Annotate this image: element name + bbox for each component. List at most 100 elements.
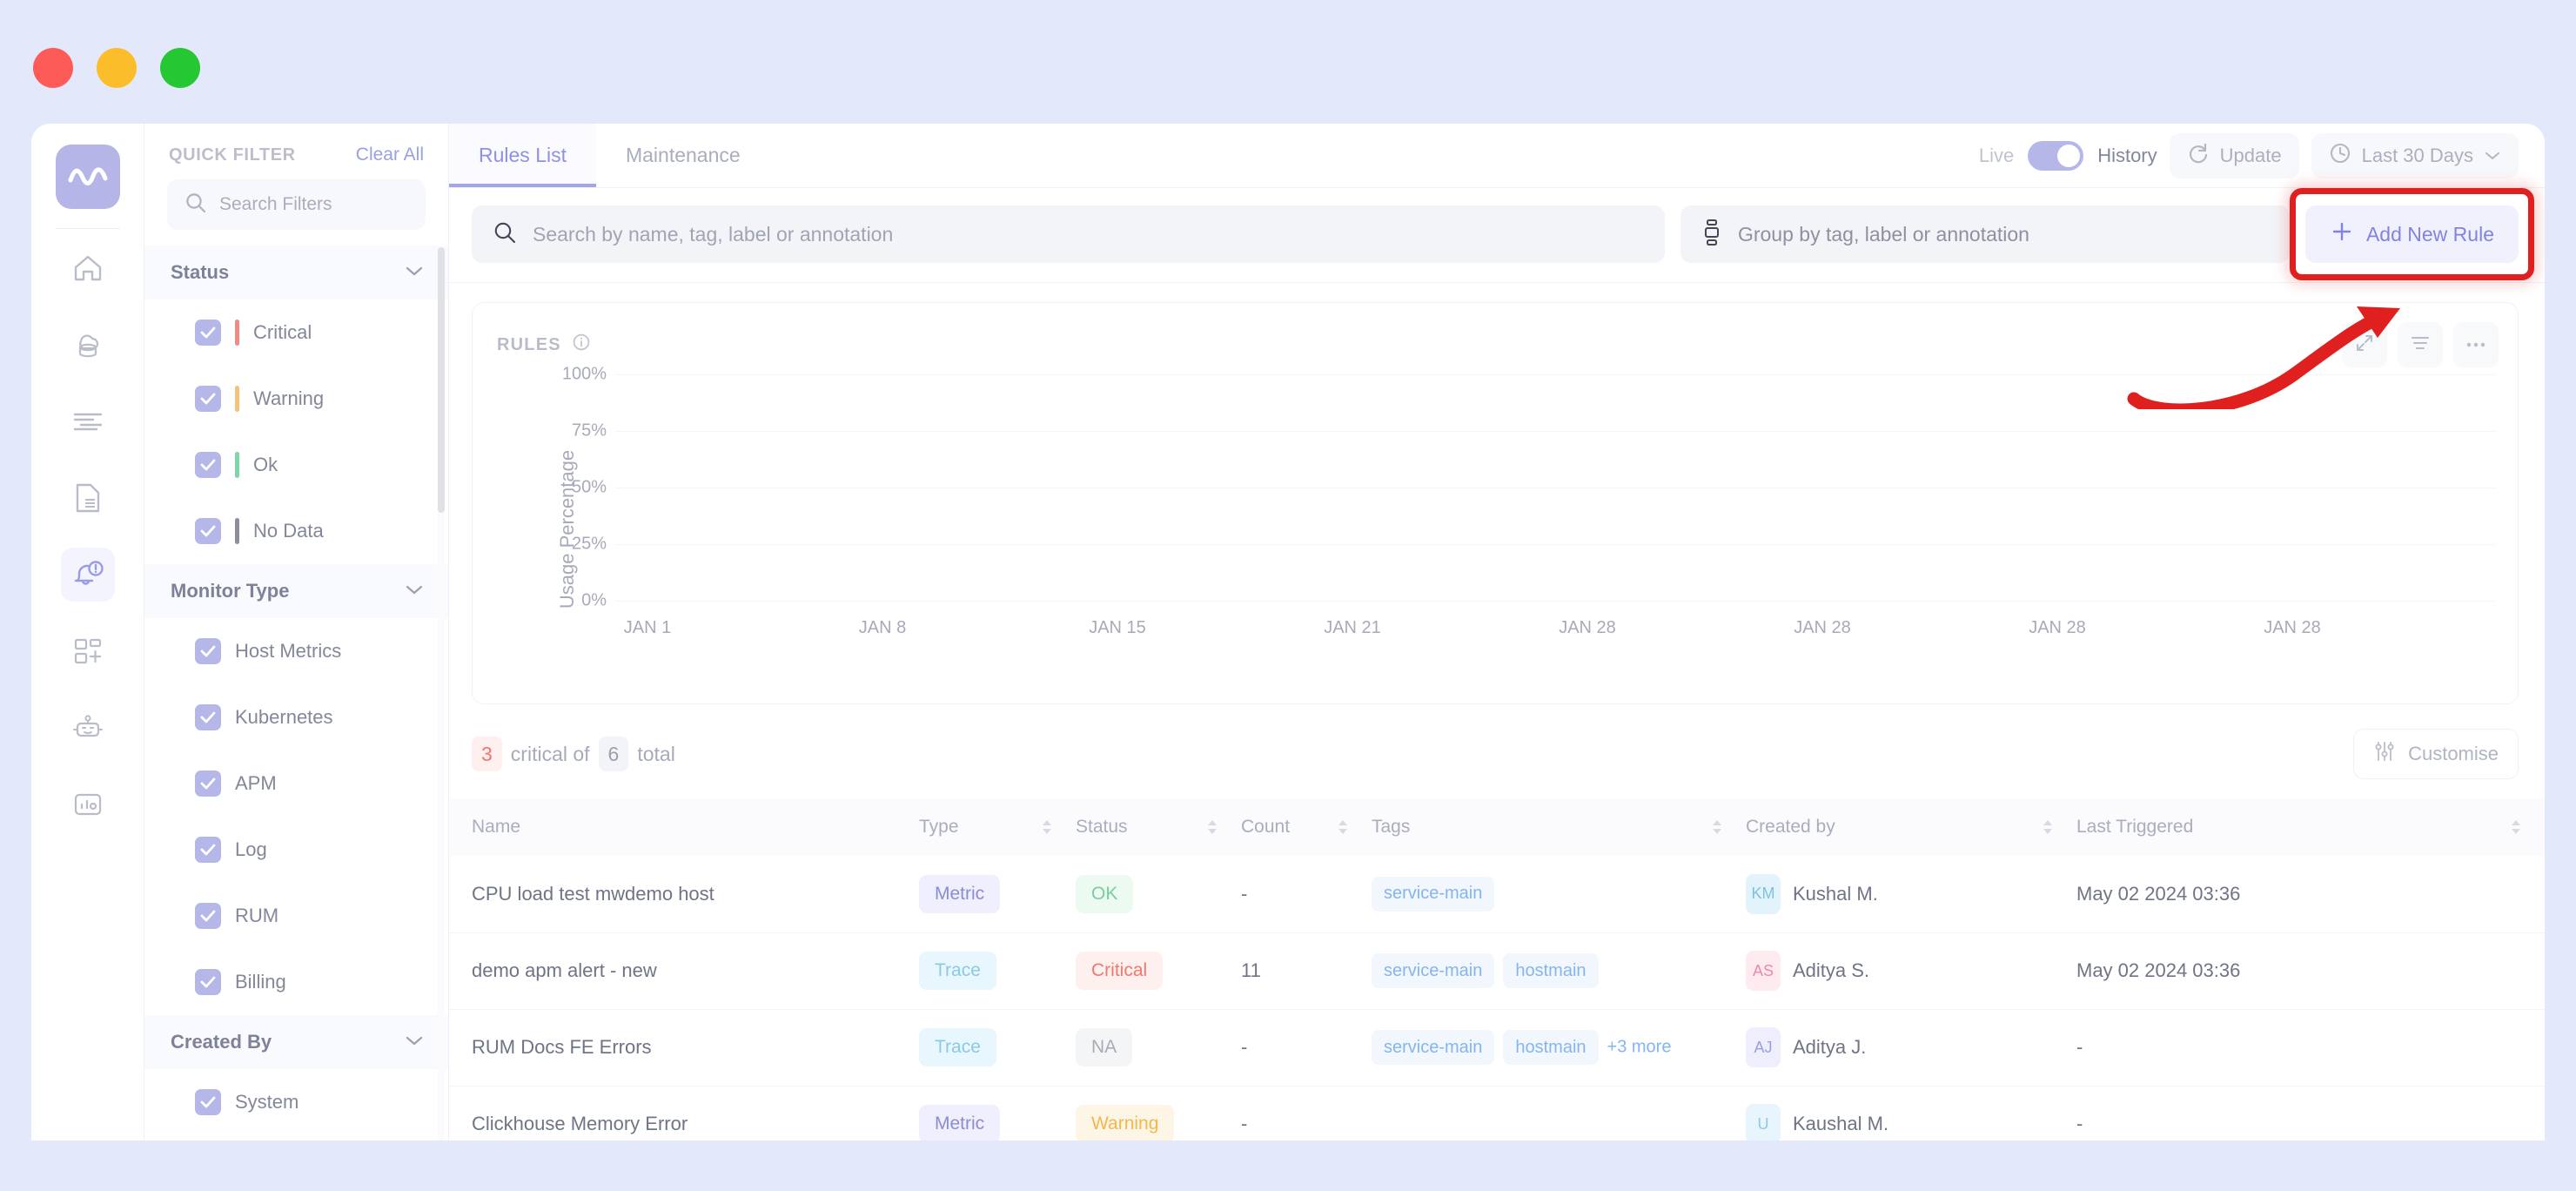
filter-checkbox[interactable]	[195, 837, 221, 863]
sort-icon[interactable]	[1711, 819, 1723, 835]
time-range-label: Last 30 Days	[2362, 145, 2473, 167]
update-button[interactable]: Update	[2170, 133, 2299, 178]
filter-search-box[interactable]	[167, 179, 426, 230]
filter-checkbox[interactable]	[195, 903, 221, 929]
filter-checkbox[interactable]	[195, 452, 221, 478]
live-label: Live	[1979, 145, 2014, 167]
filter-scrollbar-thumb[interactable]	[438, 247, 445, 513]
table-body: CPU load test mwdemo hostMetricOK-servic…	[449, 856, 2545, 1162]
chart-x-tick-label: JAN 15	[1085, 618, 1320, 638]
column-label: Type	[919, 817, 959, 838]
info-icon[interactable]	[572, 333, 591, 357]
sort-icon[interactable]	[1337, 819, 1349, 835]
tag-chip[interactable]: service-main	[1372, 877, 1494, 912]
created-by-name: Kushal M.	[1793, 883, 1878, 905]
filter-option-row[interactable]: Warning	[144, 366, 448, 432]
add-new-rule-wrapper: Add New Rule	[2305, 205, 2519, 263]
filter-option-label: APM	[235, 772, 277, 795]
filter-group-header[interactable]: Status	[144, 246, 448, 299]
sort-icon[interactable]	[2510, 819, 2522, 835]
filter-option-row[interactable]: No Data	[144, 498, 448, 564]
filter-checkbox[interactable]	[195, 1089, 221, 1115]
tab-maintenance[interactable]: Maintenance	[596, 124, 770, 187]
quick-filter-title: QUICK FILTER	[169, 145, 296, 165]
more-tags-link[interactable]: +3 more	[1607, 1038, 1672, 1057]
sidebar-item-logs[interactable]	[61, 394, 115, 448]
table-column-header[interactable]: Tags	[1372, 798, 1746, 856]
filter-checkbox[interactable]	[195, 770, 221, 797]
logo-wave-icon[interactable]	[56, 145, 120, 209]
chevron-down-icon[interactable]	[405, 583, 424, 600]
cell-status: Warning	[1076, 1086, 1241, 1162]
table-row[interactable]: CPU load test mwdemo hostMetricOK-servic…	[449, 856, 2545, 932]
avatar: U	[1746, 1104, 1781, 1144]
sidebar-item-bot[interactable]	[61, 701, 115, 755]
sort-icon[interactable]	[2042, 819, 2054, 835]
filter-option-row[interactable]: RUM	[144, 883, 448, 949]
expand-icon	[2354, 333, 2375, 358]
filter-option-row[interactable]: Critical	[144, 299, 448, 366]
filter-option-row[interactable]: Billing	[144, 949, 448, 1015]
cell-type: Metric	[919, 1086, 1076, 1162]
status-color-bar	[235, 386, 239, 412]
table-row[interactable]: RUM Docs FE ErrorsTraceNA-service-mainho…	[449, 1009, 2545, 1086]
table-column-header[interactable]: Status	[1076, 798, 1241, 856]
tag-chip[interactable]: hostmain	[1503, 1030, 1598, 1065]
total-count-badge: 6	[599, 737, 629, 771]
table-column-header[interactable]: Count	[1241, 798, 1372, 856]
filter-checkbox[interactable]	[195, 518, 221, 544]
column-label: Tags	[1372, 817, 1410, 838]
tag-chip[interactable]: service-main	[1372, 953, 1494, 988]
filter-option-row[interactable]: Kubernetes	[144, 684, 448, 750]
search-filters-input[interactable]	[219, 194, 408, 215]
filter-checkbox[interactable]	[195, 704, 221, 730]
live-history-switch[interactable]	[2028, 141, 2083, 171]
time-range-selector[interactable]: Last 30 Days	[2311, 133, 2519, 178]
filter-group-header[interactable]: Monitor Type	[144, 564, 448, 618]
chevron-down-icon[interactable]	[405, 1034, 424, 1051]
filter-checkbox[interactable]	[195, 638, 221, 664]
main-content: Rules List Maintenance Live History Upda…	[449, 124, 2545, 1191]
tag-chip[interactable]: service-main	[1372, 1030, 1494, 1065]
filter-option-row[interactable]: Log	[144, 817, 448, 883]
filter-option-row[interactable]: System	[144, 1069, 448, 1135]
sidebar-item-synthetics[interactable]	[61, 777, 115, 831]
filter-option-row[interactable]: Host Metrics	[144, 618, 448, 684]
tag-chip[interactable]: hostmain	[1503, 953, 1598, 988]
sidebar-item-alerts[interactable]	[61, 548, 115, 602]
sidebar-item-home[interactable]	[61, 241, 115, 295]
cell-created-by: AJAditya J.	[1746, 1009, 2076, 1086]
filter-option-row[interactable]: Ok	[144, 432, 448, 498]
tab-rules-list[interactable]: Rules List	[449, 124, 596, 187]
filter-option-row[interactable]: APM	[144, 750, 448, 817]
sort-icon[interactable]	[1041, 819, 1053, 835]
close-window-button[interactable]	[33, 48, 73, 88]
filter-groups-scroll: StatusCriticalWarningOkNo DataMonitor Ty…	[144, 246, 448, 1191]
customise-button[interactable]: Customise	[2353, 729, 2519, 779]
filter-checkbox[interactable]	[195, 969, 221, 995]
table-column-header[interactable]: Type	[919, 798, 1076, 856]
clear-all-button[interactable]: Clear All	[356, 145, 424, 165]
table-column-header[interactable]: Created by	[1746, 798, 2076, 856]
group-by-box[interactable]	[1680, 205, 2290, 263]
filter-checkbox[interactable]	[195, 320, 221, 346]
maximize-window-button[interactable]	[160, 48, 200, 88]
filter-checkbox[interactable]	[195, 386, 221, 412]
table-row[interactable]: demo apm alert - newTraceCritical11servi…	[449, 932, 2545, 1009]
sidebar-item-widgets[interactable]	[61, 624, 115, 678]
table-column-header[interactable]: Last Triggered	[2076, 798, 2545, 856]
add-new-rule-button[interactable]: Add New Rule	[2305, 205, 2519, 263]
chart-title-group: RULES	[497, 333, 591, 357]
table-row[interactable]: Clickhouse Memory ErrorMetricWarning-UKa…	[449, 1086, 2545, 1162]
chart-y-tick-label: 75%	[556, 421, 607, 441]
rules-search-input[interactable]	[533, 223, 1644, 246]
rules-search-box[interactable]	[472, 205, 1665, 263]
sidebar-item-infrastructure[interactable]	[61, 318, 115, 372]
sidebar-item-documents[interactable]	[61, 471, 115, 525]
filter-group-header[interactable]: Created By	[144, 1015, 448, 1069]
sort-icon[interactable]	[1206, 819, 1218, 835]
created-by-name: Kaushal M.	[1793, 1113, 1888, 1135]
group-by-input[interactable]	[1738, 223, 2269, 246]
minimize-window-button[interactable]	[97, 48, 137, 88]
chevron-down-icon[interactable]	[405, 265, 424, 281]
